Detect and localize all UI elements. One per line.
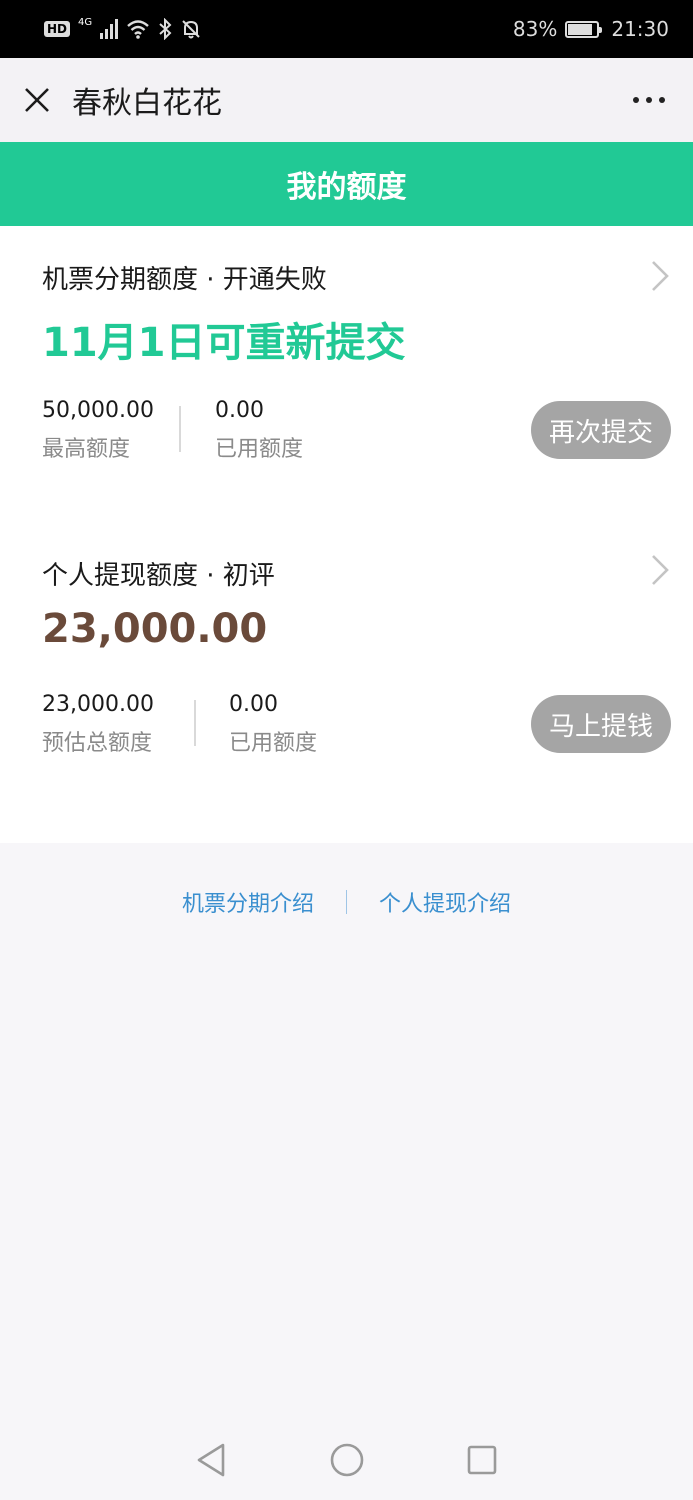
more-dot-icon	[659, 97, 665, 103]
wifi-icon	[126, 19, 150, 39]
mute-bell-icon	[180, 18, 202, 40]
card-status: 11月1日可重新提交	[42, 320, 406, 366]
used-quota-label: 已用额度	[229, 731, 318, 756]
app-title: 春秋白花花	[72, 86, 222, 121]
hd-icon: HD	[44, 21, 71, 37]
estimated-quota-value: 23,000.00	[42, 692, 154, 717]
withdraw-now-button[interactable]: 马上提钱	[531, 695, 671, 753]
flight-installment-intro-link[interactable]: 机票分期介绍	[182, 886, 314, 918]
used-quota-value: 0.00	[229, 692, 278, 717]
battery-icon	[565, 20, 603, 38]
more-dot-icon	[633, 97, 639, 103]
system-nav-bar	[0, 1420, 693, 1500]
card-amount: 23,000.00	[42, 606, 268, 652]
used-quota-value: 0.00	[215, 398, 264, 423]
bluetooth-icon	[158, 18, 172, 40]
close-icon	[25, 88, 49, 112]
max-quota-label: 最高额度	[42, 437, 131, 462]
back-triangle-icon[interactable]	[195, 1442, 229, 1478]
intro-links: 机票分期介绍 个人提现介绍	[0, 880, 693, 924]
status-right: 83% 21:30	[513, 17, 669, 41]
used-quota-stat: 0.00 已用额度	[229, 692, 317, 757]
clock: 21:30	[611, 17, 669, 41]
close-button[interactable]	[22, 85, 52, 115]
home-circle-icon[interactable]	[329, 1442, 365, 1478]
flight-installment-card[interactable]: 机票分期额度 · 开通失败 11月1日可重新提交 50,000.00 最高额度 …	[0, 226, 693, 526]
used-quota-label: 已用额度	[215, 437, 304, 462]
more-button[interactable]	[627, 87, 671, 113]
quota-list: 机票分期额度 · 开通失败 11月1日可重新提交 50,000.00 最高额度 …	[0, 226, 693, 843]
status-bar: HD 4G 83% 21:30	[0, 0, 693, 58]
link-separator	[346, 890, 347, 914]
chevron-right-icon	[652, 555, 669, 585]
chevron-right-icon	[652, 261, 669, 291]
page-header: 我的额度	[0, 142, 693, 226]
battery-percent: 83%	[512, 17, 558, 41]
cash-withdrawal-card[interactable]: 个人提现额度 · 初评 23,000.00 23,000.00 预估总额度 0.…	[0, 526, 693, 843]
max-quota-value: 50,000.00	[42, 398, 154, 423]
stat-divider	[194, 700, 196, 746]
page-title: 我的额度	[286, 170, 407, 205]
card-title: 个人提现额度 · 初评	[42, 561, 275, 591]
max-quota-stat: 50,000.00 最高额度	[42, 398, 154, 463]
estimated-quota-label: 预估总额度	[42, 731, 153, 756]
more-dot-icon	[646, 97, 652, 103]
stat-divider	[179, 406, 181, 452]
estimated-quota-stat: 23,000.00 预估总额度	[42, 692, 154, 757]
cash-withdrawal-intro-link[interactable]: 个人提现介绍	[379, 886, 511, 918]
recents-square-icon[interactable]	[465, 1443, 499, 1477]
status-left: HD 4G	[44, 16, 202, 40]
used-quota-stat: 0.00 已用额度	[215, 398, 303, 463]
network-label: 4G	[78, 16, 93, 28]
resubmit-button[interactable]: 再次提交	[531, 401, 671, 459]
title-bar: 春秋白花花	[0, 58, 693, 142]
card-title: 机票分期额度 · 开通失败	[42, 265, 327, 295]
signal-icon	[100, 19, 119, 39]
